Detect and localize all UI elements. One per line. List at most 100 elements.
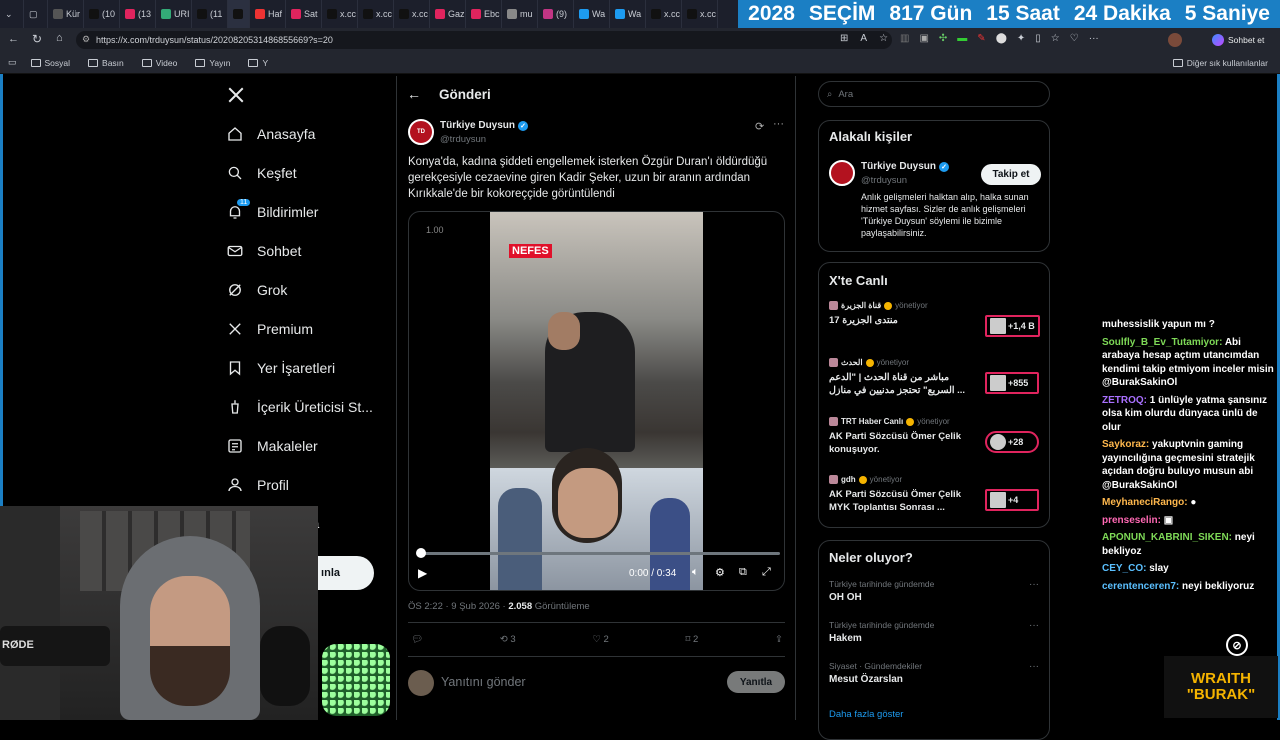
live-item[interactable]: الحدث yönetiyor مباشر من قناة الحدث | "الد…	[829, 358, 1043, 410]
read-aloud-icon[interactable]: A	[860, 33, 867, 44]
extension-icon[interactable]: ▣	[919, 33, 928, 44]
bookmark-folder[interactable]: Video	[141, 58, 177, 68]
browser-tab[interactable]: (9)	[538, 0, 574, 28]
extension-icon[interactable]: ✣	[939, 33, 947, 44]
more-options-icon[interactable]: ···	[1029, 620, 1039, 631]
browser-tab[interactable]: (11	[192, 0, 228, 28]
related-avatar[interactable]	[829, 160, 855, 186]
settings-icon[interactable]: ⚙	[715, 566, 725, 579]
other-bookmarks[interactable]: Diğer sık kullanılanlar	[1172, 58, 1268, 68]
extension-icon[interactable]: ▬	[957, 33, 967, 44]
split-screen-icon[interactable]: ▯	[1035, 33, 1041, 44]
browser-tab[interactable]: x.cc	[394, 0, 430, 28]
browser-tab[interactable]: x.cc	[358, 0, 394, 28]
video-scrubber[interactable]	[416, 548, 426, 558]
browser-tab[interactable]: Wa	[574, 0, 610, 28]
browser-tab[interactable]: Sat	[286, 0, 322, 28]
nav-item-bookmark[interactable]: Yer İşaretleri	[224, 348, 394, 387]
nav-item-article[interactable]: Makaleler	[224, 426, 394, 465]
copilot-chat-button[interactable]: Sohbet et	[1212, 32, 1264, 48]
x-logo[interactable]	[224, 76, 394, 114]
nav-item-profile[interactable]: Profil	[224, 465, 394, 504]
nav-item-search[interactable]: Keşfet	[224, 153, 394, 192]
browser-tab[interactable]: x.cc	[646, 0, 682, 28]
browser-tab[interactable]: URI	[156, 0, 192, 28]
post-timestamp[interactable]: ÖS 2:22 · 9 Şub 2026 ·	[408, 601, 508, 612]
grok-explain-icon[interactable]: ⟳	[755, 120, 764, 133]
avatar[interactable]	[1168, 33, 1182, 47]
repost-button[interactable]: ⟲ 3	[500, 634, 516, 645]
extension-icon[interactable]: ⬤	[996, 33, 1007, 44]
browser-tab[interactable]: Gaz	[430, 0, 466, 28]
bookmark-folder[interactable]: Y	[248, 58, 268, 68]
browser-tab[interactable]: Ebc	[466, 0, 502, 28]
author-avatar[interactable]: TD	[408, 119, 434, 145]
nav-item-home[interactable]: Anasayfa	[224, 114, 394, 153]
live-host-role: yönetiyor	[917, 417, 950, 426]
author-handle[interactable]: @trduysun	[440, 134, 486, 145]
collections-icon[interactable]: ♡	[1070, 33, 1079, 44]
reply-input[interactable]: Yanıtını gönder	[441, 675, 526, 689]
bookmark-folder[interactable]: Yayın	[195, 58, 230, 68]
extension-icon[interactable]: ▥	[900, 33, 909, 44]
repost-count: 3	[510, 634, 516, 645]
more-options-icon[interactable]: ···	[1029, 579, 1039, 590]
search-input[interactable]: ⌕ Ara	[818, 81, 1050, 107]
nav-item-mail[interactable]: Sohbet	[224, 231, 394, 270]
related-name[interactable]: Türkiye Duysun ✓	[861, 161, 950, 172]
live-item[interactable]: gdh yönetiyor AK Parti Sözcüsü Ömer Çelik …	[829, 475, 1043, 527]
browser-tab[interactable]	[228, 0, 250, 28]
reply-button[interactable]: 💬︎	[411, 634, 423, 645]
back-arrow-icon[interactable]: ←	[407, 86, 421, 102]
show-more-link[interactable]: Daha fazla göster	[829, 709, 903, 720]
browser-tab[interactable]: (10	[84, 0, 120, 28]
trend-item[interactable]: Türkiye tarihinde gündemde Hakem ···	[829, 620, 1043, 656]
more-options-icon[interactable]: ···	[773, 118, 784, 130]
site-info-icon[interactable]: ⚙	[82, 34, 90, 45]
volume-icon[interactable]: 🔈︎	[692, 566, 699, 579]
nav-item-bell[interactable]: 11 Bildirimler	[224, 192, 394, 231]
like-button[interactable]: ♡ 2	[592, 634, 608, 645]
workspaces-button[interactable]: ▢	[24, 0, 48, 28]
live-item[interactable]: TRT Haber Canlı yönetiyor AK Parti Sözcüsü…	[829, 417, 1043, 469]
trend-item[interactable]: Siyaset · Gündemdekiler Mesut Özarslan ···	[829, 661, 1043, 697]
bookmark-folder[interactable]: Basın	[88, 58, 124, 68]
reply-button-submit[interactable]: Yanıtla	[727, 671, 785, 693]
more-options-icon[interactable]: ···	[1029, 661, 1039, 672]
video-player[interactable]: 1.00 NEFES ▶ 0:00 / 0:34 🔈︎ ⚙ ⧉ ⤢	[408, 211, 785, 591]
live-item[interactable]: قناة الجزيرة yönetiyor منتدى الجزيرة 17 +1,…	[829, 301, 1043, 353]
bookmark-folder[interactable]: Sosyal	[30, 58, 70, 68]
share-button[interactable]: ⇪	[775, 634, 783, 645]
refresh-icon[interactable]: ↻	[32, 32, 42, 46]
app-available-icon[interactable]: ⊞	[840, 33, 848, 44]
nav-item-creator[interactable]: İçerik Üreticisi St...	[224, 387, 394, 426]
tab-menu-button[interactable]: ⌄	[0, 0, 24, 28]
extension-icon[interactable]: ✎	[977, 33, 985, 44]
url-field[interactable]: ⚙ https://x.com/trduysun/status/20208205…	[76, 31, 892, 49]
browser-tab[interactable]: Haf	[250, 0, 286, 28]
browser-tab[interactable]: Wa	[610, 0, 646, 28]
home-browser-icon[interactable]: ⌂	[56, 32, 63, 44]
tab-actions-icon[interactable]: ▭	[8, 57, 17, 68]
pip-icon[interactable]: ⧉	[739, 566, 747, 579]
more-icon[interactable]: ···	[1089, 33, 1099, 44]
browser-tab[interactable]: mu	[502, 0, 538, 28]
browser-tab[interactable]: (13	[120, 0, 156, 28]
browser-tab[interactable]: x.cc	[322, 0, 358, 28]
back-icon[interactable]: ←	[8, 33, 19, 45]
puzzle-icon[interactable]: ✦	[1017, 33, 1025, 44]
browser-tab[interactable]: x.cc	[682, 0, 718, 28]
browser-tab[interactable]: Kür	[48, 0, 84, 28]
fullscreen-icon[interactable]: ⤢	[762, 566, 771, 579]
nav-item-grok[interactable]: Grok	[224, 270, 394, 309]
trend-item[interactable]: Türkiye tarihinde gündemde OH OH ···	[829, 579, 1043, 615]
follow-button[interactable]: Takip et	[981, 164, 1041, 185]
play-icon[interactable]: ▶	[418, 566, 427, 580]
favorite-star-icon[interactable]: ☆	[879, 33, 888, 44]
author-name[interactable]: Türkiye Duysun ✓	[440, 120, 529, 131]
nav-item-x[interactable]: Premium	[224, 309, 394, 348]
video-progress-track[interactable]	[416, 548, 780, 558]
playback-speed: 1.00	[426, 225, 444, 235]
bookmark-button[interactable]: ⌑ 2	[686, 634, 699, 645]
favorites-icon[interactable]: ☆	[1051, 33, 1060, 44]
